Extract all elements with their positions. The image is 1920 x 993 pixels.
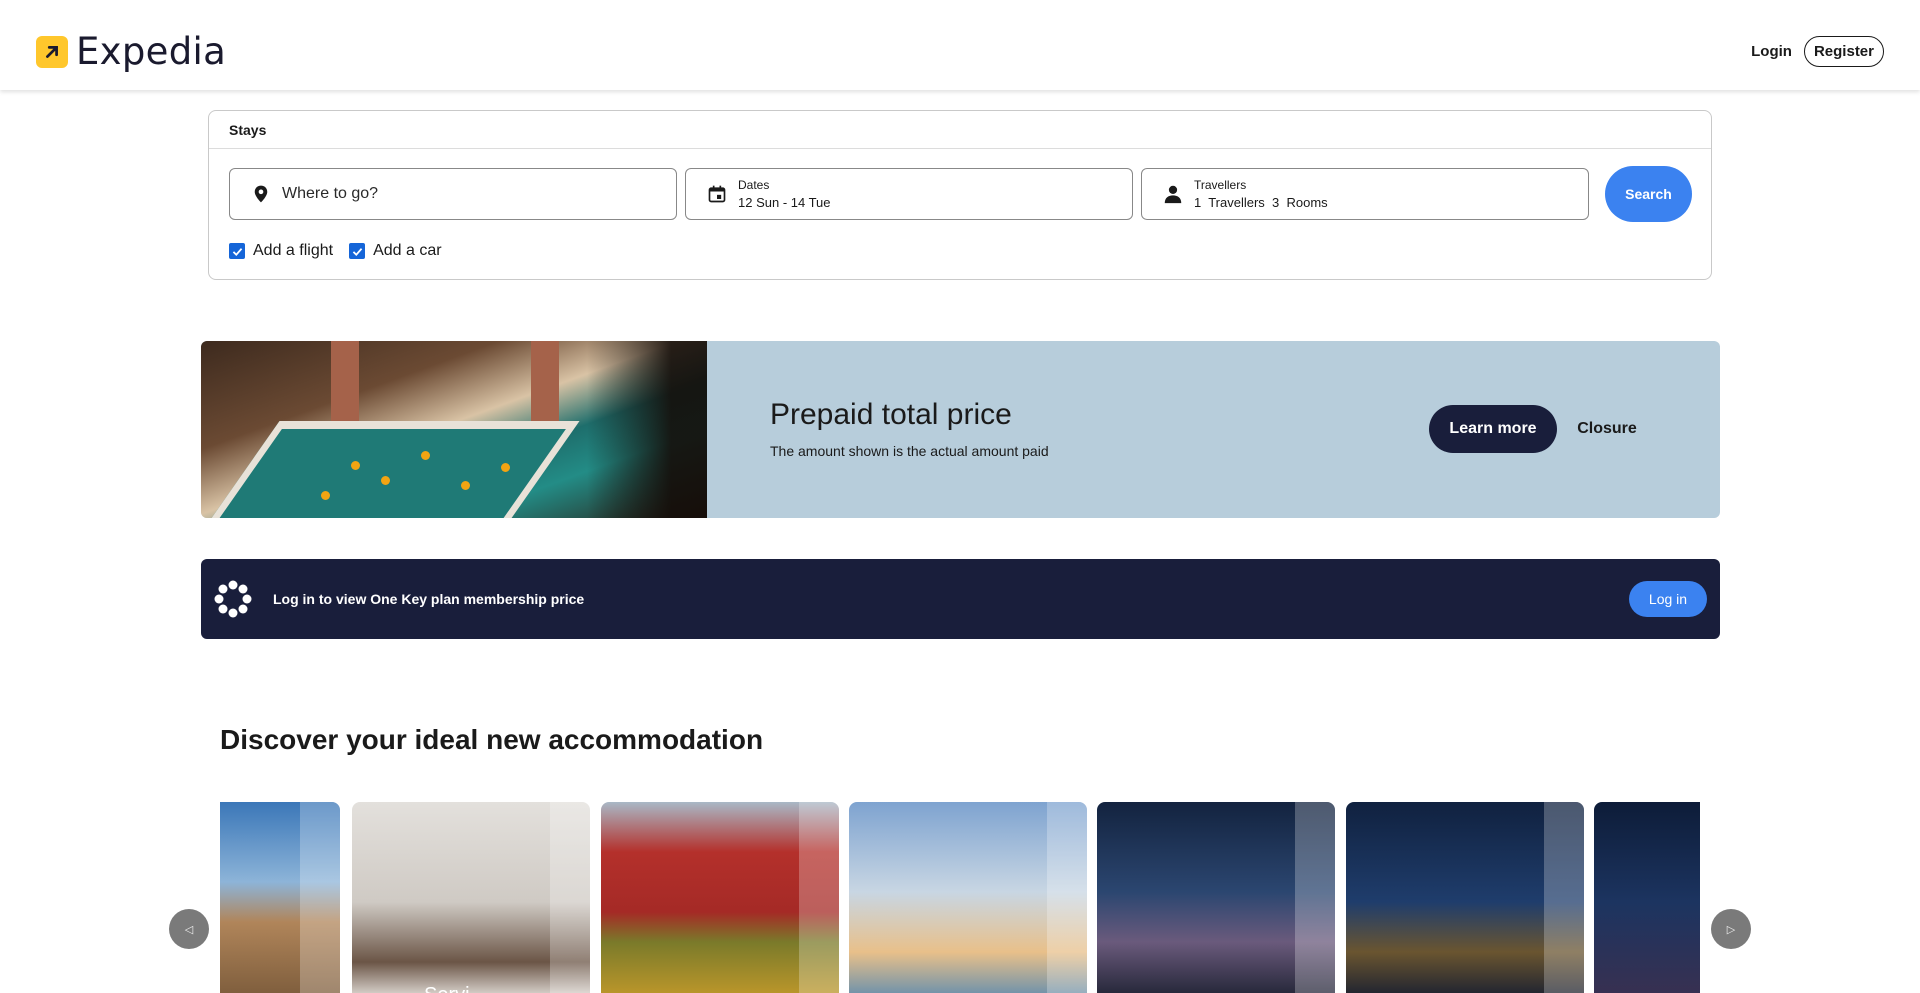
card-overlay <box>300 802 340 993</box>
onekey-banner: Log in to view One Key plan membership p… <box>201 559 1720 639</box>
brand-name: Expedia <box>76 30 227 73</box>
chevron-right-icon: ▷ <box>1726 923 1736 936</box>
tab-bar: Stays <box>209 111 1711 149</box>
tab-stays[interactable]: Stays <box>229 122 266 138</box>
flower-shape <box>321 491 330 500</box>
search-form: Stays Where to go? Dates 12 Sun - 14 Tue… <box>208 110 1712 280</box>
dates-label: Dates <box>738 178 770 192</box>
card-kuala-lumpur-skyline[interactable] <box>1346 802 1584 993</box>
search-button[interactable]: Search <box>1605 166 1692 222</box>
promo-pool-image <box>201 341 707 518</box>
pool-shape <box>202 421 580 518</box>
card-overlay <box>550 802 590 993</box>
accommodation-carousel: Servi... <box>220 802 1700 993</box>
card-overlay <box>1295 802 1335 993</box>
carousel-prev-button[interactable]: ◁ <box>169 909 209 949</box>
closure-button[interactable]: Closure <box>1567 405 1647 453</box>
promo-banner: Prepaid total price The amount shown is … <box>201 341 1720 518</box>
travellers-value: 1 Travellers 3 Rooms <box>1194 195 1328 210</box>
flower-shape <box>501 463 510 472</box>
onekey-login-button[interactable]: Log in <box>1629 581 1707 617</box>
person-icon <box>1162 183 1184 205</box>
dates-value: 12 Sun - 14 Tue <box>738 195 831 210</box>
logo-arrow-icon <box>36 35 68 68</box>
dates-field[interactable]: Dates 12 Sun - 14 Tue <box>685 168 1133 220</box>
onekey-text: Log in to view One Key plan membership p… <box>273 591 585 607</box>
add-car-checkbox[interactable] <box>349 243 366 259</box>
learn-more-button[interactable]: Learn more <box>1429 405 1557 453</box>
chevron-left-icon: ◁ <box>184 923 194 936</box>
flower-shape <box>381 476 390 485</box>
add-ons: Add a flight Add a car <box>229 242 442 260</box>
destination-placeholder: Where to go? <box>282 185 379 202</box>
card-water-park[interactable] <box>849 802 1087 993</box>
card-castle[interactable] <box>220 802 340 993</box>
card-red-barn[interactable] <box>601 802 839 993</box>
flower-shape <box>421 451 430 460</box>
onekey-dots-icon <box>214 580 252 618</box>
card-label: Servi... <box>424 984 486 993</box>
flower-shape <box>351 461 360 470</box>
card-city-night[interactable] <box>1594 802 1700 993</box>
map-pin-icon <box>250 183 272 205</box>
add-flight-label: Add a flight <box>253 242 334 259</box>
travellers-label: Travellers <box>1194 178 1247 192</box>
add-flight-option[interactable]: Add a flight <box>229 242 333 260</box>
card-overlay <box>799 802 839 993</box>
add-flight-checkbox[interactable] <box>229 243 245 259</box>
travellers-field[interactable]: Travellers 1 Travellers 3 Rooms <box>1141 168 1589 220</box>
carousel-next-button[interactable]: ▷ <box>1711 909 1751 949</box>
destination-field[interactable]: Where to go? <box>229 168 677 220</box>
card-overlay <box>1047 802 1087 993</box>
image-shade <box>587 341 707 518</box>
add-car-label: Add a car <box>373 242 442 259</box>
site-header: Expedia Login Register <box>0 0 1920 90</box>
card-hotel-room[interactable]: Servi... <box>352 802 590 993</box>
dates-text: Dates 12 Sun - 14 Tue <box>738 178 831 210</box>
header-links: Login Register <box>1751 36 1884 67</box>
promo-title: Prepaid total price <box>770 398 1012 431</box>
expedia-logo[interactable]: Expedia <box>36 30 226 73</box>
calendar-icon <box>706 183 728 205</box>
register-button[interactable]: Register <box>1803 36 1884 67</box>
discover-title: Discover your ideal new accommodation <box>220 724 764 755</box>
card-dubai-skyline[interactable] <box>1097 802 1335 993</box>
travellers-text: Travellers 1 Travellers 3 Rooms <box>1194 178 1328 210</box>
promo-subtitle: The amount shown is the actual amount pa… <box>770 443 1049 459</box>
flower-shape <box>461 481 470 490</box>
add-car-option[interactable]: Add a car <box>349 242 442 260</box>
login-button[interactable]: Login <box>1751 43 1792 60</box>
card-overlay <box>1544 802 1584 993</box>
